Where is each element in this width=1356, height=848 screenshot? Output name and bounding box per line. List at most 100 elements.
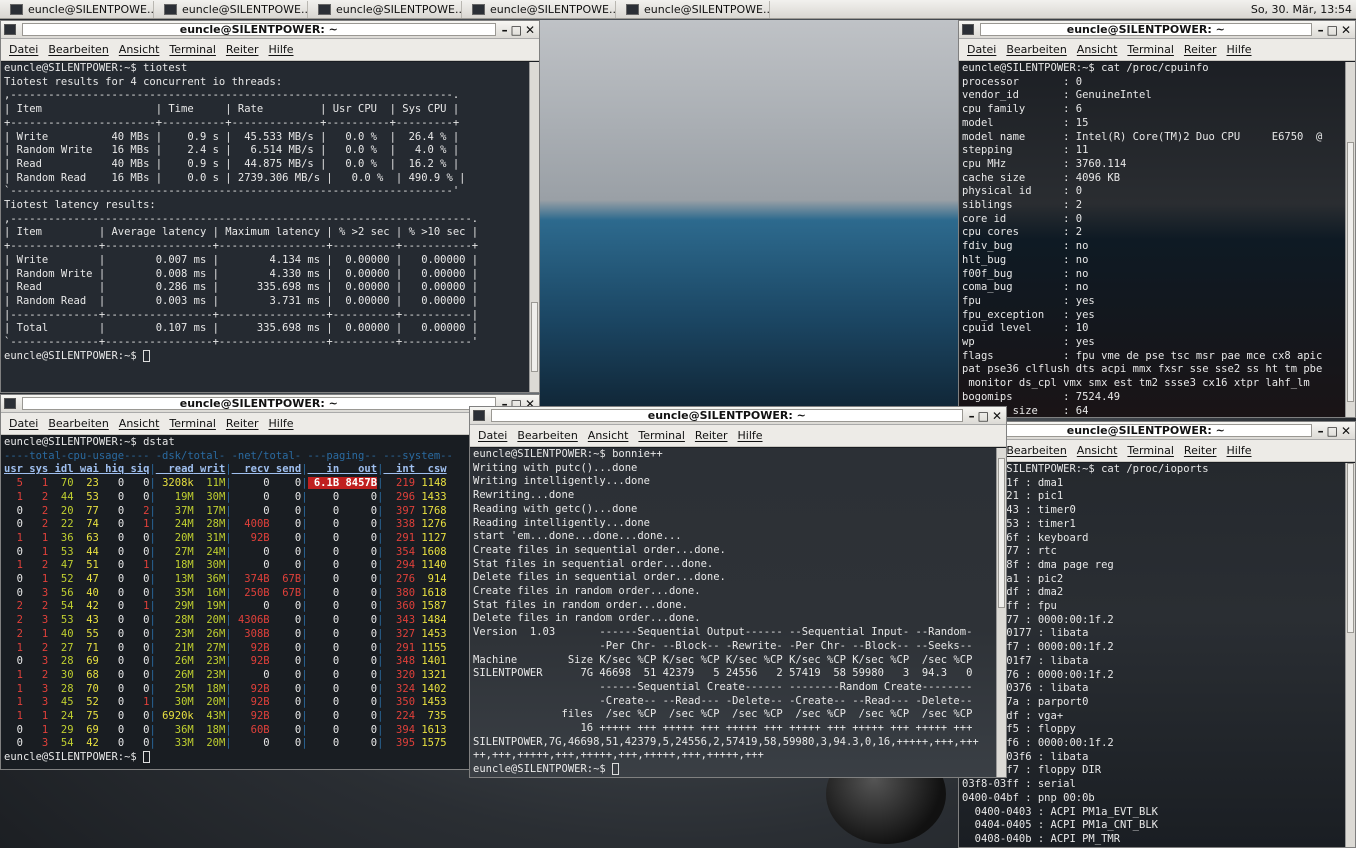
menu-reiter[interactable]: Reiter [226, 43, 259, 56]
menu-ansicht[interactable]: Ansicht [119, 43, 160, 56]
dstat-cell: 0 [124, 573, 150, 586]
menu-bearbeiten[interactable]: Bearbeiten [1006, 444, 1066, 457]
menu-hilfe[interactable]: Hilfe [1227, 43, 1252, 56]
scrollbar-thumb[interactable] [531, 302, 538, 372]
menu-bar: DateiBearbeitenAnsichtTerminalReiterHilf… [959, 440, 1355, 462]
dstat-cell: 40 [73, 586, 99, 599]
terminal-output[interactable]: euncle@SILENTPOWER:~$ cat /proc/cpuinfo p… [959, 62, 1345, 417]
dstat-cell: 0 [269, 559, 302, 572]
title-bar[interactable]: euncle@SILENTPOWER: ~ – □ ✕ [1, 395, 539, 413]
dstat-cell: 0 [98, 573, 125, 586]
dstat-cell: 74 [73, 518, 99, 531]
dstat-cell: 291 [383, 531, 416, 544]
terminal-window-bonnie[interactable]: euncle@SILENTPOWER: ~ – □ ✕ Datei Bearbeiten… [469, 406, 1007, 778]
taskbar-item[interactable]: euncle@SILENTPOWE... [4, 0, 154, 18]
menu-bearbeiten[interactable]: Bearbeiten [48, 43, 108, 56]
title-bar[interactable]: euncle@SILENTPOWER: ~ – □ ✕ [959, 422, 1355, 440]
terminal-output[interactable]: euncle@SILENTPOWER:~$ cat /proc/ioports 0… [959, 463, 1345, 847]
dstat-cell: 0 [98, 559, 125, 572]
terminal-window-tiotest[interactable]: euncle@SILENTPOWER: ~ – □ ✕ Datei Bearbeiten… [0, 20, 540, 393]
menu-hilfe[interactable]: Hilfe [269, 417, 294, 430]
minimize-icon[interactable]: – [969, 409, 975, 423]
menu-hilfe[interactable]: Hilfe [1227, 444, 1252, 457]
menu-datei[interactable]: Datei [478, 429, 507, 442]
dstat-cell: 3 [22, 655, 49, 668]
maximize-icon[interactable]: □ [978, 409, 989, 423]
scrollbar[interactable] [529, 62, 539, 392]
window-menu-icon[interactable] [4, 398, 16, 409]
taskbar-item[interactable]: euncle@SILENTPOWE... [466, 0, 616, 18]
title-bar[interactable]: euncle@SILENTPOWER: ~ – □ ✕ [470, 407, 1006, 425]
dstat-cell: 18M [193, 723, 226, 736]
menu-bearbeiten[interactable]: Bearbeiten [48, 417, 108, 430]
menu-bearbeiten[interactable]: Bearbeiten [1006, 43, 1066, 56]
menu-datei[interactable]: Datei [9, 43, 38, 56]
menu-terminal[interactable]: Terminal [638, 429, 685, 442]
dstat-cell: 29 [48, 723, 74, 736]
scrollbar-thumb[interactable] [1347, 463, 1354, 633]
dstat-row: 2 2 54 42 0 1| 29M 19M| 0 0| 0 0| 360 15… [4, 600, 539, 614]
menu-hilfe[interactable]: Hilfe [738, 429, 763, 442]
menu-reiter[interactable]: Reiter [695, 429, 728, 442]
minimize-icon[interactable]: – [1318, 23, 1324, 37]
menu-ansicht[interactable]: Ansicht [1077, 43, 1118, 56]
terminal-window-ioports[interactable]: euncle@SILENTPOWER: ~–□✕ DateiBearbeiten… [958, 421, 1356, 848]
taskbar-item[interactable]: euncle@SILENTPOWE... [620, 0, 770, 18]
menu-reiter[interactable]: Reiter [226, 417, 259, 430]
menu-terminal[interactable]: Terminal [1127, 43, 1174, 56]
dstat-cell: 2 [22, 600, 49, 613]
menu-hilfe[interactable]: Hilfe [269, 43, 294, 56]
terminal-line: | Random Read | 0.003 ms | 3.731 ms | 0.… [4, 294, 479, 307]
taskbar-item[interactable]: euncle@SILENTPOWE... [312, 0, 462, 18]
menu-terminal[interactable]: Terminal [1127, 444, 1174, 457]
column-header: wai [73, 463, 99, 476]
close-icon[interactable]: ✕ [1341, 23, 1351, 37]
terminal-line: euncle@SILENTPOWER:~$ tiotest [4, 62, 188, 74]
maximize-icon[interactable]: □ [1327, 23, 1338, 37]
dstat-cell: 1 [22, 545, 49, 558]
scrollbar[interactable] [1345, 62, 1355, 417]
maximize-icon[interactable]: □ [1327, 424, 1338, 438]
scrollbar-thumb[interactable] [1347, 142, 1354, 402]
title-bar[interactable]: euncle@SILENTPOWER: ~ – □ ✕ [959, 21, 1355, 39]
close-icon[interactable]: ✕ [1341, 424, 1351, 438]
minimize-icon[interactable]: – [1318, 424, 1324, 438]
dstat-cell: 0 [339, 696, 378, 709]
dstat-cell: 0 [307, 545, 340, 558]
menu-terminal[interactable]: Terminal [169, 417, 216, 430]
window-menu-icon[interactable] [962, 24, 974, 35]
menu-bearbeiten[interactable]: Bearbeiten [517, 429, 577, 442]
terminal-output[interactable]: euncle@SILENTPOWER:~$ tiotest Tiotest res… [1, 62, 529, 392]
menu-reiter[interactable]: Reiter [1184, 43, 1217, 56]
menu-reiter[interactable]: Reiter [1184, 444, 1217, 457]
taskbar-item[interactable]: euncle@SILENTPOWE... [158, 0, 308, 18]
menu-ansicht[interactable]: Ansicht [1077, 444, 1118, 457]
maximize-icon[interactable]: □ [511, 23, 522, 37]
terminal-output[interactable]: euncle@SILENTPOWER:~$ dstat ----total-cpu… [1, 436, 539, 769]
scrollbar[interactable] [1345, 463, 1355, 847]
terminal-line: files /sec %CP /sec %CP /sec %CP /sec %C… [473, 708, 973, 721]
close-icon[interactable]: ✕ [525, 23, 535, 37]
terminal-line: start 'em...done...done...done... [473, 530, 682, 543]
terminal-line: euncle@SILENTPOWER:~$ cat /proc/cpuinfo [962, 62, 1209, 74]
dstat-cell: 0 [231, 668, 270, 681]
terminal-line: 03c0-03df : vga+ [962, 709, 1064, 722]
terminal-window-dstat[interactable]: euncle@SILENTPOWER: ~ – □ ✕ Datei Bearbeiten… [0, 394, 540, 770]
window-menu-icon[interactable] [473, 410, 485, 421]
close-icon[interactable]: ✕ [992, 409, 1002, 423]
terminal-line: bogomips : 7524.49 [962, 390, 1121, 403]
scrollbar[interactable] [996, 448, 1006, 777]
scrollbar-thumb[interactable] [998, 458, 1005, 608]
terminal-window-cpuinfo[interactable]: euncle@SILENTPOWER: ~ – □ ✕ Datei Bearbeiten… [958, 20, 1356, 418]
menu-datei[interactable]: Datei [9, 417, 38, 430]
terminal-output[interactable]: euncle@SILENTPOWER:~$ bonnie++ Writing wi… [470, 448, 996, 777]
column-header: hiq [98, 463, 125, 476]
window-title: euncle@SILENTPOWER: ~ [22, 397, 496, 410]
window-menu-icon[interactable] [4, 24, 16, 35]
title-bar[interactable]: euncle@SILENTPOWER: ~ – □ ✕ [1, 21, 539, 39]
menu-ansicht[interactable]: Ansicht [119, 417, 160, 430]
menu-terminal[interactable]: Terminal [169, 43, 216, 56]
menu-ansicht[interactable]: Ansicht [588, 429, 629, 442]
menu-datei[interactable]: Datei [967, 43, 996, 56]
minimize-icon[interactable]: – [502, 23, 508, 37]
